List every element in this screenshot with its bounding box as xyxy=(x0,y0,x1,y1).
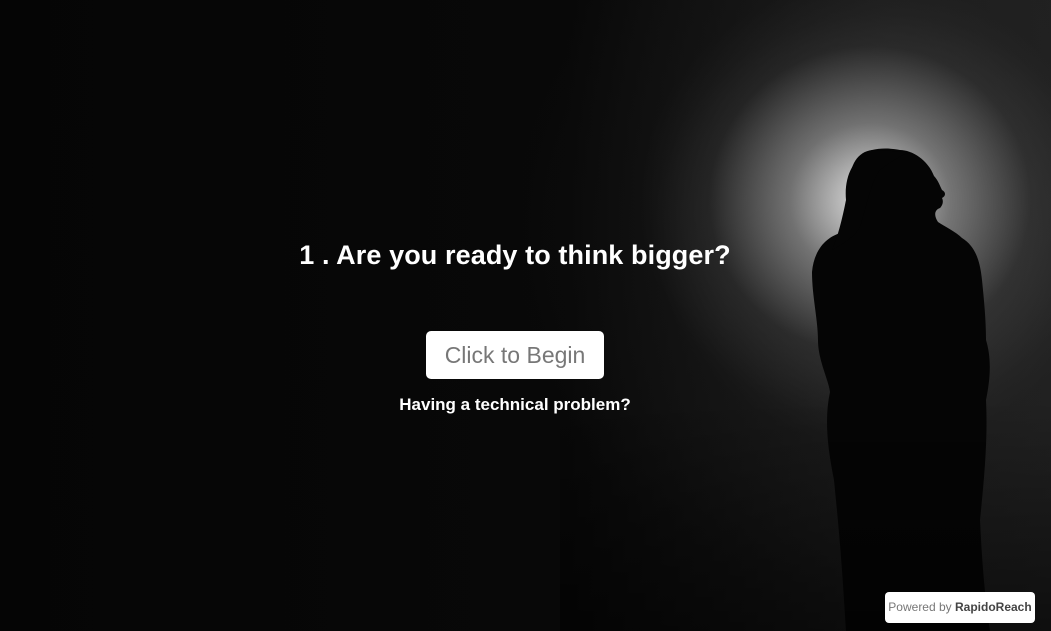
technical-problem-link[interactable]: Having a technical problem? xyxy=(0,394,1030,416)
click-to-begin-button[interactable]: Click to Begin xyxy=(426,331,604,379)
powered-by-prefix: Powered by xyxy=(888,600,955,614)
question-title: 1 . Are you ready to think bigger? xyxy=(299,240,731,270)
powered-by-badge[interactable]: Powered by RapidoReach xyxy=(885,592,1035,623)
survey-start-screen: 1 . Are you ready to think bigger? Click… xyxy=(0,0,1051,631)
brand-name: RapidoReach xyxy=(955,600,1032,614)
